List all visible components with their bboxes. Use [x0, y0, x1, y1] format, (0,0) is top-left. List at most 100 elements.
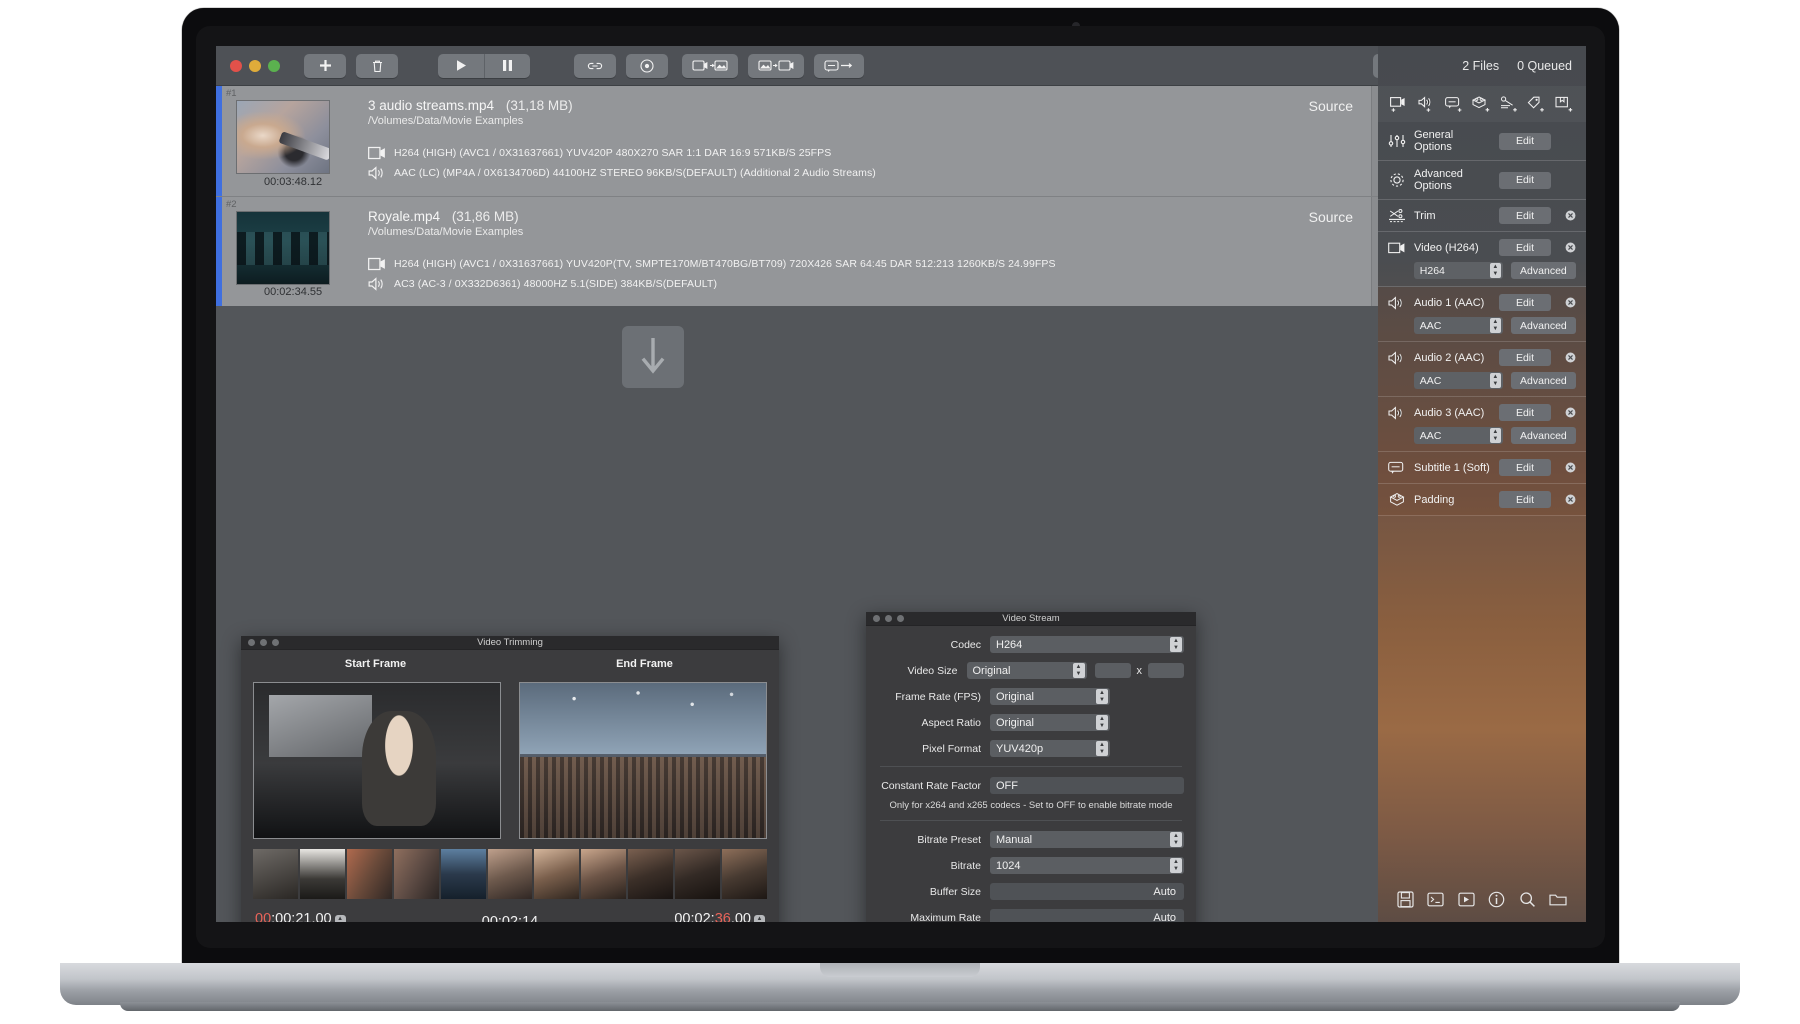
video-stream-titlebar[interactable]: Video Stream [866, 612, 1196, 626]
sidebar-item-audio-3[interactable]: Audio 3 (AAC) Edit AAC ▲ ▼ Advanced [1378, 397, 1586, 452]
sidebar-item-video[interactable]: Video (H264) Edit H264 ▲ ▼ Advanced [1378, 232, 1586, 287]
filmstrip-cell[interactable] [534, 849, 580, 899]
sidebar-item-audio-2[interactable]: Audio 2 (AAC) Edit AAC ▲ ▼ Advanced [1378, 342, 1586, 397]
bitrate-preset-select[interactable]: Manual ▲ ▼ [990, 831, 1184, 848]
pixel-format-select[interactable]: YUV420p ▲ ▼ [990, 740, 1110, 757]
filmstrip-cell[interactable] [581, 849, 627, 899]
maximize-button[interactable] [268, 59, 280, 72]
minimize-button[interactable] [249, 59, 261, 72]
add-attachment-icon[interactable] [1500, 95, 1519, 113]
filmstrip[interactable] [241, 839, 779, 899]
audio-codec-select[interactable]: AAC ▲ ▼ [1413, 372, 1503, 389]
add-file-button[interactable] [304, 53, 346, 78]
filmstrip-cell[interactable] [440, 849, 486, 899]
filmstrip-cell[interactable] [675, 849, 721, 899]
aspect-ratio-select[interactable]: Original ▲ ▼ [990, 714, 1110, 731]
search-icon[interactable] [1519, 891, 1536, 908]
window-traffic-lights[interactable] [230, 59, 280, 72]
add-tag-icon[interactable] [1527, 96, 1546, 113]
bitrate-input[interactable]: 1024 ▲ ▼ [990, 857, 1184, 874]
video-height-input[interactable] [1148, 663, 1184, 678]
maximum-rate-input[interactable]: Auto [990, 909, 1184, 922]
filmstrip-cell[interactable] [346, 849, 392, 899]
advanced-button[interactable]: Advanced [1510, 372, 1576, 389]
remove-icon[interactable] [1565, 242, 1576, 253]
end-frame-preview[interactable] [519, 682, 767, 839]
filmstrip-cell[interactable] [253, 849, 298, 899]
remove-icon[interactable] [1565, 462, 1576, 473]
info-icon[interactable] [1488, 891, 1505, 908]
edit-button[interactable]: Edit [1499, 491, 1551, 508]
drop-files-target[interactable] [622, 326, 684, 388]
buffer-size-input[interactable]: Auto [990, 883, 1184, 900]
record-button[interactable] [626, 53, 668, 78]
edit-button[interactable]: Edit [1499, 132, 1551, 150]
video-size-select[interactable]: Original ▲ ▼ [966, 662, 1087, 679]
image-to-video-button[interactable] [748, 53, 804, 78]
remove-icon[interactable] [1565, 297, 1576, 308]
field-label: Bitrate Preset [917, 833, 981, 846]
trim-window-titlebar[interactable]: Video Trimming [241, 636, 779, 650]
folder-icon[interactable] [1549, 891, 1567, 908]
filmstrip-cell[interactable] [299, 849, 345, 899]
close-button[interactable] [230, 59, 242, 72]
sidebar-item-label: Padding [1414, 493, 1455, 506]
remove-icon[interactable] [1565, 210, 1576, 221]
sidebar-item-padding[interactable]: Padding Edit [1378, 484, 1586, 516]
edit-button[interactable]: Edit [1499, 459, 1551, 476]
edit-button[interactable]: Edit [1499, 171, 1551, 189]
file-duration: 00:02:34.55 [264, 286, 323, 298]
start-frame-preview[interactable] [253, 682, 501, 839]
sidebar-item-label: Audio 3 (AAC) [1414, 406, 1485, 419]
edit-button[interactable]: Edit [1499, 294, 1551, 311]
field-pixel-format: Pixel Format YUV420p ▲ ▼ [878, 740, 1184, 757]
remove-icon[interactable] [1565, 494, 1576, 505]
link-button[interactable] [574, 53, 616, 78]
add-video-icon[interactable] [1390, 96, 1409, 113]
add-subtitle-icon[interactable] [1445, 96, 1464, 113]
add-audio-icon[interactable] [1418, 95, 1437, 113]
duration-timecode: 00:02:14 [481, 913, 539, 923]
audio-icon [1388, 405, 1402, 420]
video-codec-select[interactable]: H264 ▲ ▼ [1413, 262, 1503, 279]
add-chapter-icon[interactable] [1555, 96, 1574, 113]
bitrate-value: 1024 [996, 859, 1021, 872]
file-thumbnail[interactable] [236, 211, 330, 285]
remove-icon[interactable] [1565, 407, 1576, 418]
filmstrip-cell[interactable] [487, 849, 533, 899]
audio-codec-select[interactable]: AAC ▲ ▼ [1413, 317, 1503, 334]
play-button[interactable] [438, 53, 484, 78]
filmstrip-cell[interactable] [628, 849, 674, 899]
video-width-input[interactable] [1094, 663, 1131, 678]
edit-button[interactable]: Edit [1499, 349, 1551, 366]
terminal-icon[interactable] [1427, 891, 1444, 908]
queue-icon[interactable] [1458, 891, 1475, 908]
sidebar-item-subtitle-1[interactable]: Subtitle 1 (Soft) Edit [1378, 452, 1586, 484]
playback-controls[interactable] [438, 53, 530, 78]
save-preset-icon[interactable] [1397, 890, 1414, 908]
advanced-button[interactable]: Advanced [1510, 262, 1576, 279]
sidebar-item-trim[interactable]: Trim Edit [1378, 200, 1586, 232]
filmstrip-cell[interactable] [393, 849, 439, 899]
edit-button[interactable]: Edit [1499, 239, 1551, 256]
video-to-image-button[interactable] [682, 53, 738, 78]
frame-rate-select[interactable]: Original ▲ ▼ [990, 688, 1110, 705]
subtitle-export-button[interactable] [814, 53, 864, 78]
sidebar-item-general-options[interactable]: General Options Edit [1378, 122, 1586, 161]
codec-select[interactable]: H264 ▲ ▼ [990, 636, 1184, 653]
delete-file-button[interactable] [356, 53, 398, 78]
pause-button[interactable] [484, 53, 530, 78]
filmstrip-cell[interactable] [722, 849, 767, 899]
add-3d-icon[interactable] [1472, 95, 1491, 113]
source-label: Source [1308, 98, 1353, 114]
crf-input[interactable]: OFF [990, 777, 1184, 794]
advanced-button[interactable]: Advanced [1510, 317, 1576, 334]
audio-codec-select[interactable]: AAC ▲ ▼ [1413, 427, 1503, 444]
remove-icon[interactable] [1565, 352, 1576, 363]
sidebar-item-audio-1[interactable]: Audio 1 (AAC) Edit AAC ▲ ▼ Advanced [1378, 287, 1586, 342]
file-thumbnail[interactable] [236, 100, 330, 174]
sidebar-item-advanced-options[interactable]: Advanced Options Edit [1378, 161, 1586, 200]
edit-button[interactable]: Edit [1499, 207, 1551, 224]
advanced-button[interactable]: Advanced [1510, 427, 1576, 444]
edit-button[interactable]: Edit [1499, 404, 1551, 421]
